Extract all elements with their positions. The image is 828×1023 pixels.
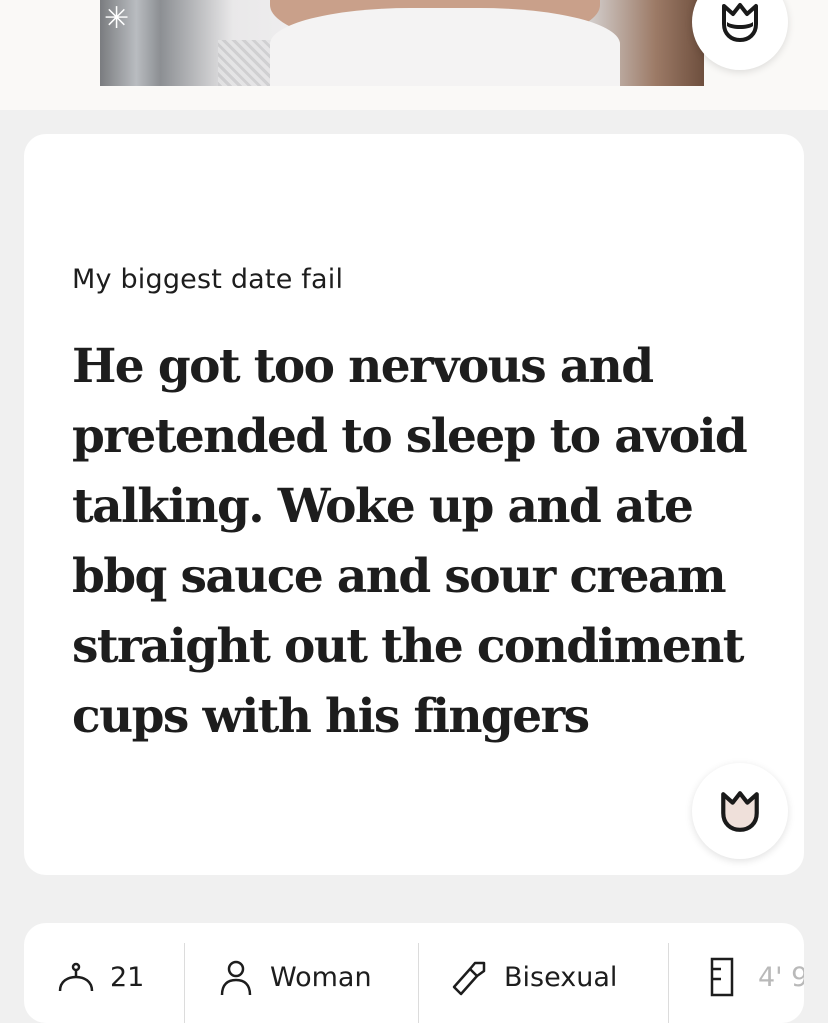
divider: [418, 943, 419, 1023]
sparkle-icon: ✳: [104, 1, 130, 36]
like-photo-button[interactable]: [692, 0, 788, 70]
rose-icon: [721, 791, 759, 832]
divider: [184, 943, 185, 1023]
prompt-question: My biggest date fail: [72, 264, 344, 295]
divider: [668, 943, 669, 1023]
photo-top-detail: [270, 8, 620, 86]
rose-icon: [722, 3, 758, 42]
info-age: 21: [56, 957, 144, 997]
info-row[interactable]: 21 Woman Bisexual 4' 9: [24, 923, 804, 1023]
profile-info-card: 21 Woman Bisexual 4' 9: [24, 923, 804, 1023]
profile-photo[interactable]: ✳: [100, 0, 704, 86]
prompt-answer: He got too nervous and pretended to slee…: [72, 339, 748, 744]
info-gender: Woman: [216, 957, 372, 997]
like-prompt-button[interactable]: [692, 763, 788, 859]
cake-icon: [58, 962, 94, 992]
info-sexuality-value: Bisexual: [504, 961, 618, 993]
info-age-value: 21: [110, 961, 145, 993]
prompt-card: My biggest date fail He got too nervous …: [24, 134, 804, 875]
sexuality-icon: [452, 961, 486, 996]
photo-card: ✳: [0, 0, 828, 110]
info-gender-value: Woman: [270, 961, 372, 993]
ruler-icon: [710, 957, 734, 997]
info-height: 4' 9: [704, 957, 804, 997]
info-sexuality: Bisexual: [450, 957, 617, 997]
info-height-value: 4' 9: [758, 961, 804, 993]
person-icon: [220, 960, 252, 996]
